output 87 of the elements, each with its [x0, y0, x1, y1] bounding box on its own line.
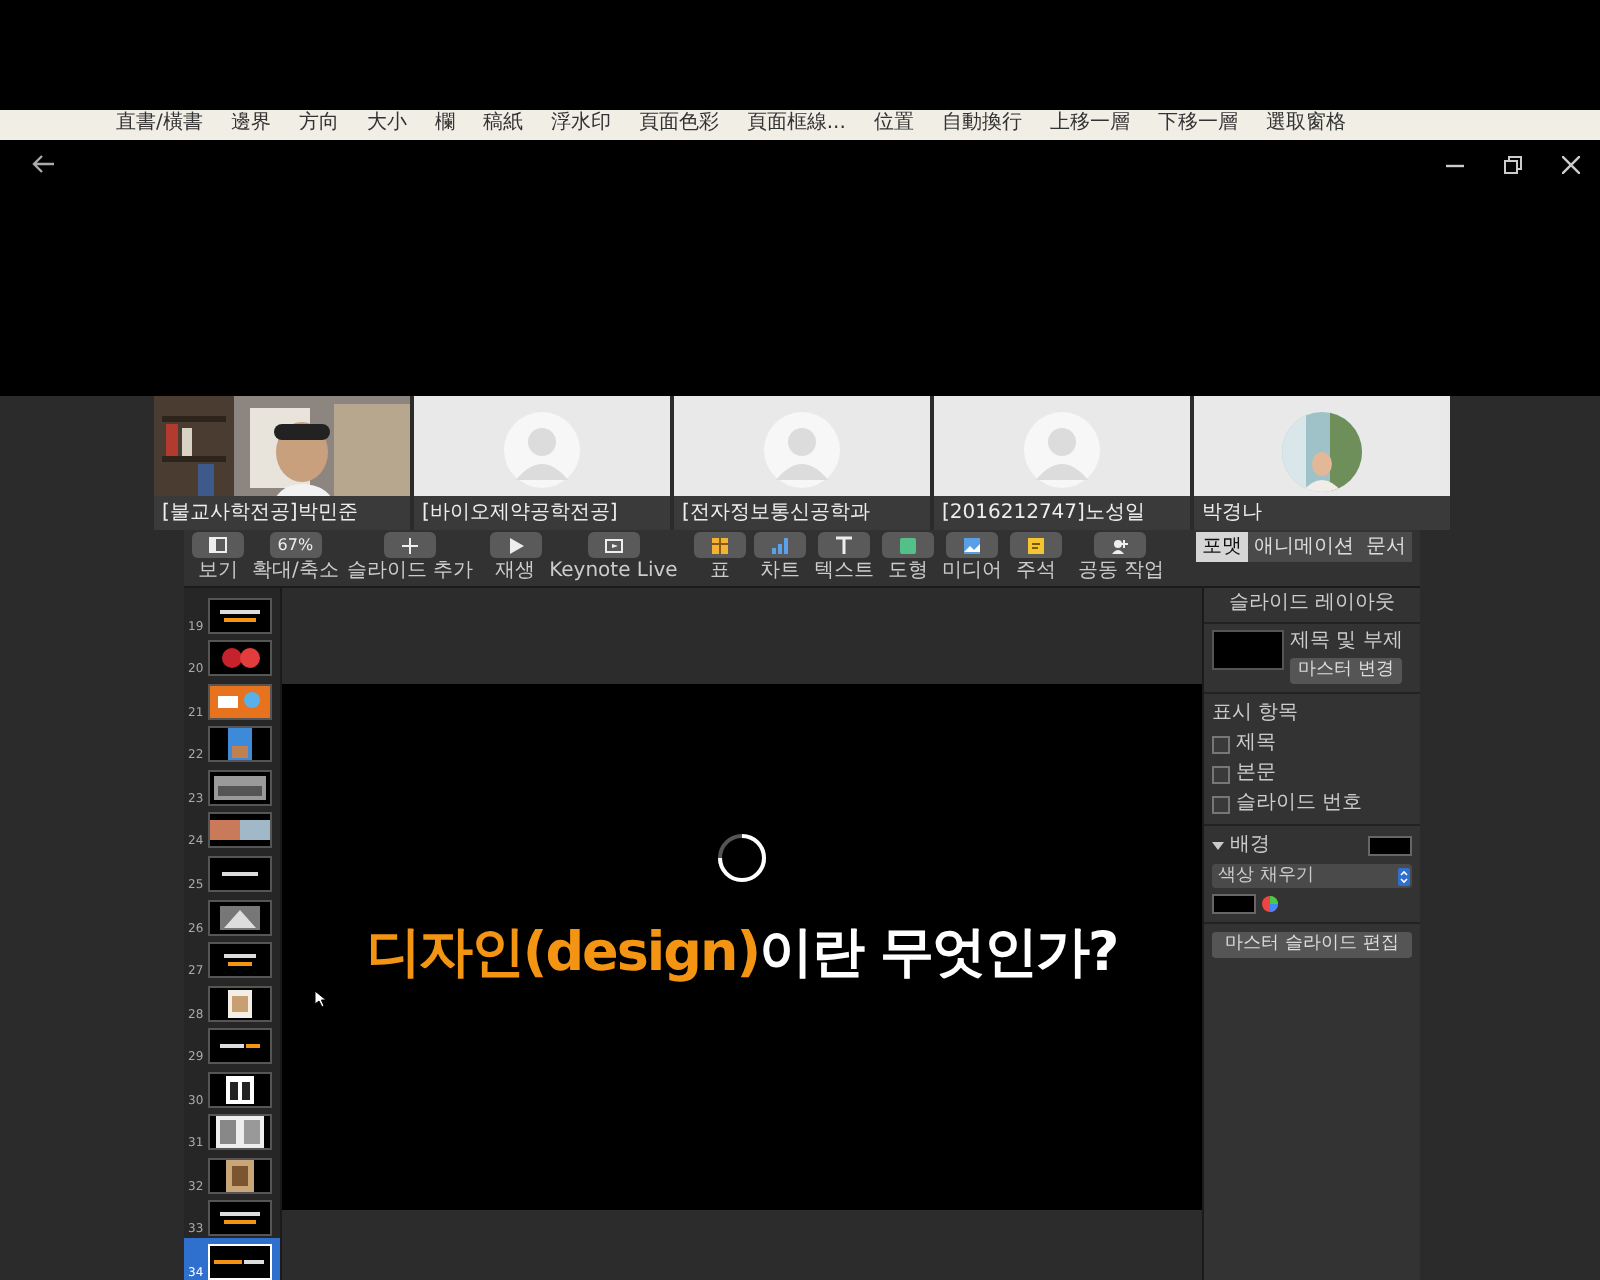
checkbox[interactable] [1212, 765, 1230, 783]
ribbon-label: 邊界 [230, 110, 271, 138]
fill-type-dropdown[interactable]: 색상 채우기 [1212, 864, 1412, 888]
section-heading: 배경 [1230, 834, 1270, 858]
inspector-tab[interactable]: 애니메이션 [1248, 532, 1361, 562]
play-icon [505, 535, 526, 555]
slide-preview-drawing [208, 1200, 272, 1237]
layout-name: 제목 및 부제 [1290, 630, 1403, 654]
ribbon-label: 頁面色彩 [638, 110, 719, 138]
avatar-icon [504, 412, 580, 488]
slide-preview-drawing [208, 1028, 272, 1065]
slide-preview-drawing [208, 640, 272, 677]
bar-chart-icon [769, 535, 790, 555]
square-icon [897, 535, 918, 555]
slide-preview-drawing [208, 726, 272, 763]
person-plus-icon [1110, 535, 1131, 555]
ribbon-label: 選取窗格 [1265, 110, 1346, 138]
ribbon-label: 直書/橫書 [116, 110, 203, 138]
ribbon-label: 自動換行 [941, 110, 1022, 138]
ribbon-label: 浮水印 [550, 110, 611, 138]
stepper-icon [1398, 867, 1410, 885]
checkbox-label: 본문 [1236, 762, 1276, 786]
slide-preview-drawing [208, 1114, 272, 1151]
ribbon-label: 位置 [873, 110, 914, 138]
avatar-icon [1024, 412, 1100, 488]
avatar-icon [764, 412, 840, 488]
ribbon-label: 大小 [366, 110, 407, 138]
screen-icon [603, 535, 624, 555]
checkbox[interactable] [1212, 735, 1230, 753]
checkbox[interactable] [1212, 795, 1230, 813]
slide-preview-drawing [208, 985, 272, 1022]
participant-name: [전자정보통신공학과 [674, 496, 930, 530]
text-icon [833, 535, 854, 555]
plus-icon [399, 535, 420, 555]
disclosure-icon[interactable] [1212, 840, 1224, 852]
toolbar-button[interactable]: 텍스트 [813, 532, 874, 582]
color-well[interactable] [1212, 894, 1256, 914]
layout-thumbnail[interactable] [1212, 630, 1284, 670]
slide-preview-drawing [208, 812, 272, 849]
participant-tile[interactable]: [바이오제약공학전공] [414, 396, 670, 530]
note-icon [1025, 535, 1046, 555]
restore-icon[interactable] [1504, 155, 1522, 173]
back-icon[interactable] [32, 154, 56, 174]
participant-tile[interactable]: [2016212747]노성일 [934, 396, 1190, 530]
ribbon-label: 稿紙 [482, 110, 523, 138]
participant-name: [2016212747]노성일 [934, 496, 1190, 530]
ribbon-label: 下移一層 [1157, 110, 1238, 138]
slide-preview-drawing [208, 683, 272, 720]
close-icon[interactable] [1562, 155, 1580, 173]
edit-master-button[interactable]: 마스터 슬라이드 편집 [1212, 932, 1412, 958]
slide-preview-drawing [208, 1071, 272, 1108]
toolbar-button[interactable]: 미디어 [941, 532, 1002, 582]
ribbon-label: 欄 [434, 110, 455, 138]
participant-tile[interactable]: [불교사학전공]박민준 [154, 396, 410, 530]
ribbon-label: 方向 [298, 110, 339, 138]
color-swatch[interactable] [1368, 836, 1412, 856]
slide-title: 디자인(design)이란 무엇인가? [366, 920, 1118, 988]
color-wheel-icon[interactable] [1262, 896, 1278, 912]
toolbar-button[interactable]: 67% 확대/축소 [252, 532, 339, 582]
change-master-button[interactable]: 마스터 변경 [1290, 658, 1403, 684]
ribbon-label: 上移一層 [1049, 110, 1130, 138]
slide-preview-drawing [208, 855, 272, 892]
slide-preview-drawing [208, 942, 272, 979]
slide-preview-drawing [208, 1157, 272, 1194]
sidebar-icon [208, 535, 228, 555]
participant-name: 박경나 [1194, 496, 1450, 530]
slide-preview-drawing [208, 769, 272, 806]
participant-tile[interactable]: [전자정보통신공학과 [674, 396, 930, 530]
checkbox-label: 슬라이드 번호 [1236, 792, 1363, 816]
cursor-icon [314, 990, 328, 1008]
image-icon [961, 535, 982, 555]
slide-preview-drawing [208, 899, 272, 935]
table-icon [709, 535, 730, 555]
section-heading: 표시 항목 [1212, 702, 1301, 726]
participant-name: [바이오제약공학전공] [414, 496, 670, 530]
toolbar-button[interactable]: 공동 작업 [1077, 532, 1165, 582]
toolbar-button[interactable]: 슬라이드 추가 [346, 532, 474, 582]
participant-name: [불교사학전공]박민준 [154, 496, 410, 530]
checkbox-label: 제목 [1236, 732, 1276, 756]
inspector-tab[interactable]: 문서 [1360, 532, 1413, 562]
inspector-tab[interactable]: 포맷 [1196, 532, 1249, 562]
panel-title: 슬라이드 레이아웃 [1204, 588, 1420, 624]
slide-preview-drawing [208, 597, 272, 634]
ribbon-label: 頁面框線... [746, 110, 846, 138]
slide-preview-drawing [208, 1244, 272, 1280]
toolbar-button[interactable]: Keynote Live [549, 532, 678, 582]
participant-tile[interactable]: 박경나 [1194, 396, 1450, 530]
